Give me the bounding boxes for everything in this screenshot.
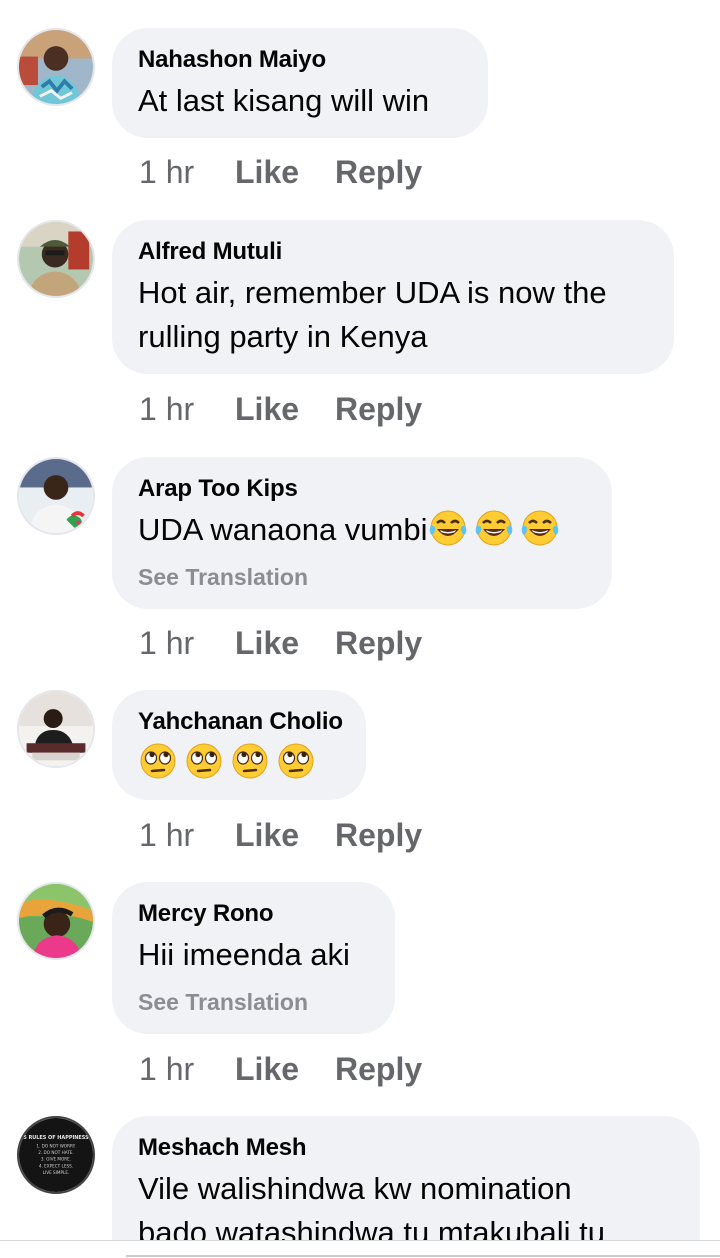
avatar[interactable] [17, 220, 95, 298]
comment-text-line: rulling party in Kenya [138, 319, 428, 354]
comment-actions: 1 hr Like Reply [139, 1049, 422, 1089]
comment-bubble[interactable]: Meshach Mesh Vile walishindwa kw nominat… [112, 1116, 700, 1256]
comment-bubble[interactable]: Nahashon Maiyo At last kisang will win [112, 28, 488, 138]
reply-button[interactable]: Reply [335, 152, 422, 192]
avatar-badge-title: 5 RULES OF HAPPINESS [23, 1135, 89, 1141]
avatar-badge-line: 3. GIVE MORE. [41, 1157, 71, 1162]
avatar[interactable] [17, 690, 95, 768]
comment-timestamp[interactable]: 1 hr [139, 815, 235, 855]
comment-text-line: Vile walishindwa kw nomination [138, 1171, 572, 1206]
avatar-photo-icon [19, 30, 93, 104]
like-button[interactable]: Like [235, 623, 335, 663]
avatar-photo-icon [19, 884, 93, 958]
comment-timestamp[interactable]: 1 hr [139, 623, 235, 663]
face-with-tears-of-joy-icon [474, 508, 514, 548]
comment-text: UDA wanaona vumbi [138, 508, 586, 552]
avatar-badge-line: LIVE SIMPLE. [43, 1170, 70, 1175]
comment-actions: 1 hr Like Reply [139, 623, 422, 663]
see-translation-link[interactable]: See Translation [138, 562, 586, 592]
comment-author[interactable]: Alfred Mutuli [138, 237, 648, 267]
comment-text: Hii imeenda aki [138, 937, 350, 972]
comment-actions: 1 hr Like Reply [139, 152, 422, 192]
comment-author[interactable]: Meshach Mesh [138, 1133, 674, 1163]
comment-author[interactable]: Mercy Rono [138, 899, 369, 929]
comment-text [138, 741, 340, 785]
comment-text-line: Hot air, remember UDA is now the [138, 275, 607, 310]
comments-list: Nahashon Maiyo At last kisang will win 1… [0, 0, 720, 1258]
reply-button[interactable]: Reply [335, 623, 422, 663]
avatar-badge-line: 4. EXPECT LESS. [39, 1163, 73, 1168]
like-button[interactable]: Like [235, 1049, 335, 1089]
avatar-photo-icon [19, 222, 93, 296]
comment-text-content: UDA wanaona vumbi [138, 512, 428, 547]
reply-button[interactable]: Reply [335, 1049, 422, 1089]
comment-author[interactable]: Yahchanan Cholio [138, 707, 343, 737]
comment-bubble[interactable]: Alfred Mutuli Hot air, remember UDA is n… [112, 220, 674, 374]
face-with-rolling-eyes-icon [184, 741, 224, 781]
comment-composer-bar [0, 1240, 720, 1258]
comment-author[interactable]: Arap Too Kips [138, 474, 586, 504]
comment-bubble[interactable]: Arap Too Kips UDA wanaona vumbi See Tran… [112, 457, 612, 609]
face-with-rolling-eyes-icon [276, 741, 316, 781]
face-with-rolling-eyes-icon [138, 741, 178, 781]
face-with-rolling-eyes-icon [230, 741, 270, 781]
comment-text: Hot air, remember UDA is now the rulling… [138, 271, 648, 359]
avatar-photo-icon: 5 RULES OF HAPPINESS 1. DO NOT WORRY. 2.… [19, 1118, 93, 1192]
comment-author[interactable]: Nahashon Maiyo [138, 45, 462, 75]
comment-bubble[interactable]: Yahchanan Cholio [112, 690, 366, 800]
comment-text: At last kisang will win [138, 83, 430, 118]
see-translation-link[interactable]: See Translation [138, 987, 369, 1017]
comment-actions: 1 hr Like Reply [139, 389, 422, 429]
avatar-photo-icon [19, 692, 93, 766]
face-with-tears-of-joy-icon [520, 508, 560, 548]
avatar[interactable] [17, 28, 95, 106]
reply-button[interactable]: Reply [335, 389, 422, 429]
comment-actions: 1 hr Like Reply [139, 815, 422, 855]
avatar-badge-line: 1. DO NOT WORRY. [36, 1143, 75, 1148]
comment-timestamp[interactable]: 1 hr [139, 1049, 235, 1089]
comment-timestamp[interactable]: 1 hr [139, 152, 235, 192]
like-button[interactable]: Like [235, 152, 335, 192]
avatar-photo-icon [19, 459, 93, 533]
reply-button[interactable]: Reply [335, 815, 422, 855]
avatar[interactable]: 5 RULES OF HAPPINESS 1. DO NOT WORRY. 2.… [17, 1116, 95, 1194]
face-with-tears-of-joy-icon [428, 508, 468, 548]
comment-timestamp[interactable]: 1 hr [139, 389, 235, 429]
comment-bubble[interactable]: Mercy Rono Hii imeenda aki See Translati… [112, 882, 395, 1034]
like-button[interactable]: Like [235, 815, 335, 855]
like-button[interactable]: Like [235, 389, 335, 429]
avatar-badge-line: 2. DO NOT HATE. [38, 1150, 73, 1155]
avatar[interactable] [17, 457, 95, 535]
avatar[interactable] [17, 882, 95, 960]
